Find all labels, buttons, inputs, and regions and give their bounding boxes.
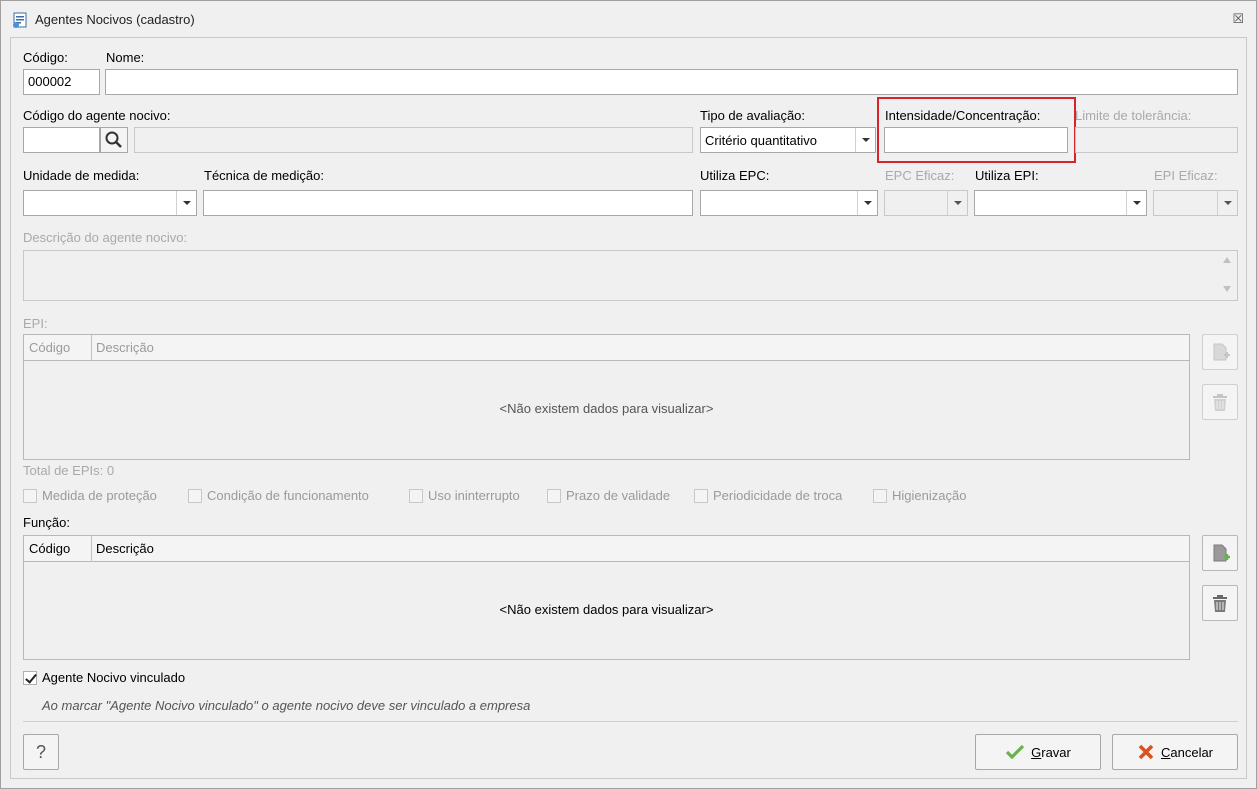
descricao-label: Descrição do agente nocivo: (23, 230, 188, 245)
check-uso-ininterrupto: Uso ininterrupto (409, 488, 520, 503)
epi-empty-text: <Não existem dados para visualizar> (499, 401, 714, 416)
cancel-label: Cancelar (1160, 744, 1214, 760)
epi-delete-button (1202, 384, 1238, 420)
epi-col-descricao[interactable]: Descrição (96, 340, 154, 355)
column-separator (91, 536, 92, 562)
codigo-agente-label: Código do agente nocivo: (23, 108, 171, 123)
checkbox (694, 488, 708, 503)
unidade-label: Unidade de medida: (23, 168, 140, 183)
epi-col-codigo[interactable]: Código (29, 340, 70, 355)
check-condicao-funcionamento: Condição de funcionamento (188, 488, 369, 503)
codigo-field[interactable]: 000002 (23, 69, 100, 95)
codigo-label: Código: (23, 50, 68, 65)
chevron-down-icon[interactable] (1126, 191, 1146, 215)
cancel-button[interactable]: Cancelar (1112, 734, 1238, 770)
cancel-x-icon (1138, 744, 1154, 760)
epc-eficaz-label: EPC Eficaz: (885, 168, 955, 183)
window-title: Agentes Nocivos (cadastro) (35, 12, 195, 27)
intensidade-field[interactable] (884, 127, 1068, 153)
divider (23, 721, 1238, 722)
funcao-delete-button[interactable] (1202, 585, 1238, 621)
descricao-memo (23, 250, 1238, 301)
help-button[interactable]: ? (23, 734, 59, 770)
epi-eficaz-select (1153, 190, 1238, 216)
scroll-up-icon (1223, 257, 1231, 263)
funcao-label: Função: (23, 515, 70, 530)
tipo-avaliacao-select[interactable]: Critério quantitativo (700, 127, 876, 153)
save-button[interactable]: Gravar (975, 734, 1101, 770)
funcao-add-button[interactable] (1202, 535, 1238, 571)
chevron-down-icon[interactable] (855, 128, 875, 152)
check-higienizacao: Higienização (873, 488, 966, 503)
form-panel: Código: Nome: 000002 Código do agente no… (10, 37, 1247, 779)
utiliza-epc-select[interactable] (700, 190, 878, 216)
codigo-agente-field[interactable] (23, 127, 100, 153)
check-medida-protecao: Medida de proteção (23, 488, 157, 503)
checkbox (409, 488, 423, 503)
utiliza-epc-label: Utiliza EPC: (700, 168, 770, 183)
check-icon (1005, 744, 1025, 760)
trash-icon (1213, 595, 1227, 612)
trash-icon (1213, 394, 1227, 411)
agente-vinculado-checkbox[interactable]: Agente Nocivo vinculado (23, 670, 185, 685)
limite-field (1075, 127, 1238, 153)
nome-field[interactable] (105, 69, 1238, 95)
chevron-down-icon (947, 191, 967, 215)
check-label: Condição de funcionamento (207, 488, 369, 503)
search-icon (105, 131, 122, 148)
scrollbar (1217, 251, 1237, 300)
check-label: Periodicidade de troca (713, 488, 843, 503)
epi-add-button (1202, 334, 1238, 370)
funcao-empty-text: <Não existem dados para visualizar> (499, 602, 714, 617)
tipo-avaliacao-value: Critério quantitativo (705, 133, 817, 148)
vinculado-note: Ao marcar "Agente Nocivo vinculado" o ag… (42, 698, 531, 713)
funcao-col-codigo[interactable]: Código (29, 541, 70, 556)
agente-description-field (134, 127, 693, 153)
check-label: Uso ininterrupto (428, 488, 520, 503)
add-file-icon (1213, 343, 1230, 361)
title-bar: Agentes Nocivos (cadastro) ☒ (1, 1, 1256, 37)
tecnica-label: Técnica de medição: (204, 168, 324, 183)
scroll-down-icon (1223, 286, 1231, 292)
checkbox (23, 488, 37, 503)
search-button[interactable] (100, 127, 128, 153)
column-separator (91, 335, 92, 361)
epi-eficaz-label: EPI Eficaz: (1154, 168, 1218, 183)
utiliza-epi-label: Utiliza EPI: (975, 168, 1039, 183)
check-label: Higienização (892, 488, 967, 503)
tipo-avaliacao-label: Tipo de avaliação: (700, 108, 806, 123)
intensidade-label: Intensidade/Concentração: (885, 108, 1041, 123)
epi-total: Total de EPIs: 0 (23, 463, 115, 478)
save-label: Gravar (1031, 744, 1071, 760)
checkbox[interactable] (23, 670, 37, 685)
nome-label: Nome: (106, 50, 145, 65)
add-file-icon (1213, 544, 1230, 562)
funcao-grid[interactable]: Código Descrição <Não existem dados para… (23, 535, 1190, 660)
chevron-down-icon[interactable] (857, 191, 877, 215)
funcao-grid-header: Código Descrição (24, 536, 1189, 562)
funcao-col-descricao[interactable]: Descrição (96, 541, 154, 556)
app-icon (13, 12, 27, 28)
epi-grid-header: Código Descrição (24, 335, 1189, 361)
checkbox (188, 488, 202, 503)
check-prazo-validade: Prazo de validade (547, 488, 670, 503)
check-periodicidade-troca: Periodicidade de troca (694, 488, 842, 503)
check-label: Agente Nocivo vinculado (42, 670, 186, 685)
epc-eficaz-select (884, 190, 968, 216)
chevron-down-icon[interactable] (176, 191, 196, 215)
help-icon: ? (35, 741, 46, 762)
chevron-down-icon (1217, 191, 1237, 215)
limite-label: Limite de tolerância: (1075, 108, 1192, 123)
unidade-select[interactable] (23, 190, 197, 216)
tecnica-field[interactable] (203, 190, 693, 216)
check-label: Prazo de validade (566, 488, 671, 503)
dialog-window: Agentes Nocivos (cadastro) ☒ Código: Nom… (0, 0, 1257, 789)
utiliza-epi-select[interactable] (974, 190, 1147, 216)
checkbox (547, 488, 561, 503)
close-icon[interactable]: ☒ (1232, 11, 1244, 27)
checkbox (873, 488, 887, 503)
check-label: Medida de proteção (42, 488, 157, 503)
epi-grid: Código Descrição <Não existem dados para… (23, 334, 1190, 460)
epi-label: EPI: (23, 316, 48, 331)
